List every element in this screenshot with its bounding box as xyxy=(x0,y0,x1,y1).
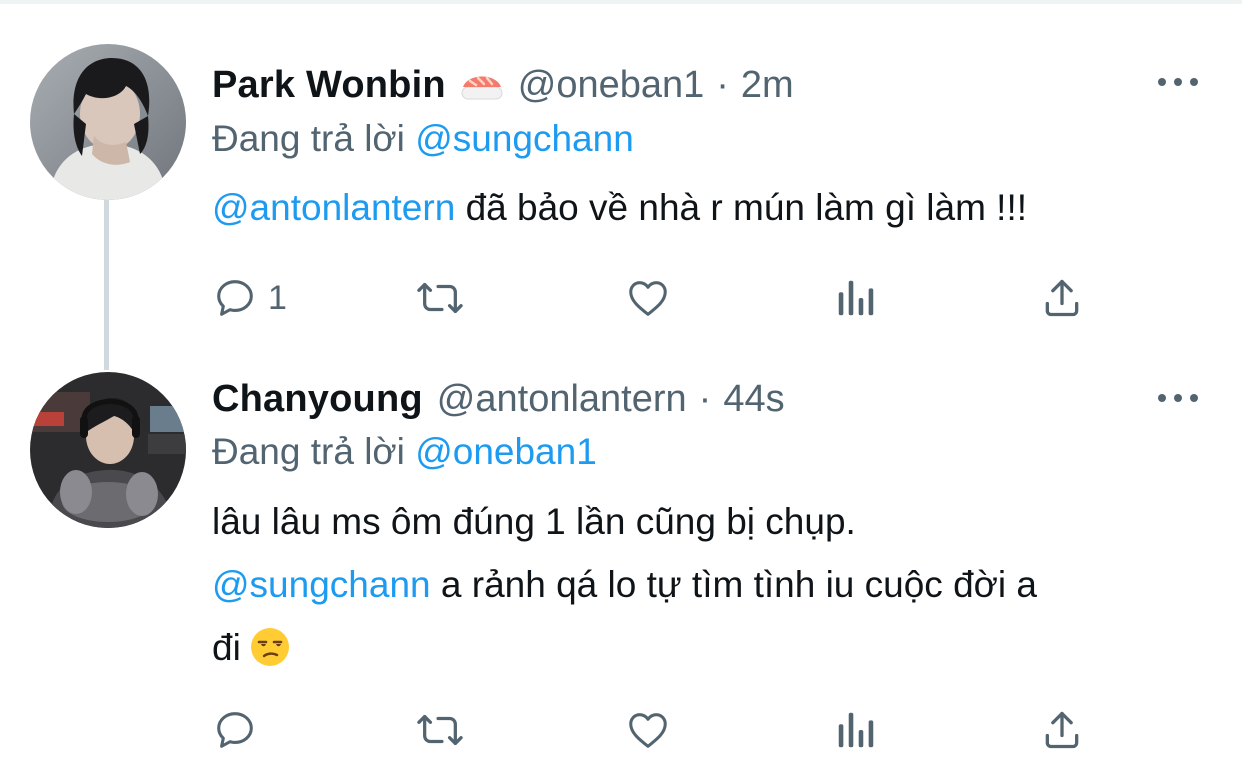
share-icon xyxy=(1040,707,1084,753)
tweet-text-line: @sungchann a rảnh qá lo tự tìm tình iu c… xyxy=(212,553,1202,616)
tweet-text-line: đi xyxy=(212,616,1202,679)
replying-to-mention[interactable]: @oneban1 xyxy=(415,431,597,472)
retweet-button[interactable] xyxy=(412,270,468,326)
tweet-text: lâu lâu ms ôm đúng 1 lần cũng bị chụp. @… xyxy=(212,490,1202,679)
retweet-button[interactable] xyxy=(412,702,468,758)
sushi-emoji xyxy=(460,65,504,105)
replying-to-mention[interactable]: @sungchann xyxy=(415,118,634,159)
more-options-icon[interactable] xyxy=(1158,388,1198,408)
tweet-header: Park Wonbin @oneban1 · 2m xyxy=(212,60,794,110)
display-name[interactable]: Park Wonbin xyxy=(212,64,446,107)
analytics-icon xyxy=(834,707,878,753)
mention-link[interactable]: @sungchann xyxy=(212,564,431,605)
tweet-actions: 1 xyxy=(212,270,1112,326)
timestamp[interactable]: 2m xyxy=(741,64,794,107)
share-button[interactable] xyxy=(1040,270,1084,326)
tweet-thread: Park Wonbin @oneban1 · 2m Đang trả lời @… xyxy=(0,0,1242,776)
tweet-text-content: đi xyxy=(212,627,241,668)
share-button[interactable] xyxy=(1040,702,1084,758)
reply-icon xyxy=(212,275,258,321)
like-icon xyxy=(624,275,672,321)
tweet-text-line: lâu lâu ms ôm đúng 1 lần cũng bị chụp. xyxy=(212,501,856,542)
timestamp[interactable]: 44s xyxy=(723,378,784,421)
tweet-actions xyxy=(212,702,1112,758)
share-icon xyxy=(1040,275,1084,321)
replying-to: Đang trả lời @oneban1 xyxy=(212,431,597,473)
reply-count: 1 xyxy=(268,278,287,317)
reply-button[interactable]: 1 xyxy=(212,270,287,326)
analytics-button[interactable] xyxy=(834,270,878,326)
like-button[interactable] xyxy=(624,702,672,758)
display-name[interactable]: Chanyoung xyxy=(212,378,423,421)
replying-to: Đang trả lời @sungchann xyxy=(212,118,634,160)
separator-dot: · xyxy=(716,63,729,106)
user-handle[interactable]: @oneban1 xyxy=(518,64,705,107)
analytics-button[interactable] xyxy=(834,702,878,758)
tweet-header: Chanyoung @antonlantern · 44s xyxy=(212,374,785,424)
unamused-face-emoji xyxy=(249,624,291,666)
replying-to-label: Đang trả lời xyxy=(212,431,405,472)
avatar[interactable] xyxy=(30,372,186,528)
retweet-icon xyxy=(412,707,468,753)
analytics-icon xyxy=(834,275,878,321)
top-divider xyxy=(0,0,1242,4)
separator-dot: · xyxy=(698,377,712,420)
reply-icon xyxy=(212,707,258,753)
retweet-icon xyxy=(412,275,468,321)
tweet-text-content: đã bảo về nhà r mún làm gì làm !!! xyxy=(455,187,1028,228)
more-options-icon[interactable] xyxy=(1158,72,1198,92)
user-handle[interactable]: @antonlantern xyxy=(437,378,687,421)
thread-connector-line xyxy=(104,200,109,370)
tweet-text: @antonlantern đã bảo về nhà r mún làm gì… xyxy=(212,176,1202,239)
avatar[interactable] xyxy=(30,44,186,200)
reply-button[interactable] xyxy=(212,702,268,758)
like-icon xyxy=(624,707,672,753)
mention-link[interactable]: @antonlantern xyxy=(212,187,455,228)
replying-to-label: Đang trả lời xyxy=(212,118,405,159)
tweet-text-content: a rảnh qá lo tự tìm tình iu cuộc đời a xyxy=(430,564,1038,605)
like-button[interactable] xyxy=(624,270,672,326)
